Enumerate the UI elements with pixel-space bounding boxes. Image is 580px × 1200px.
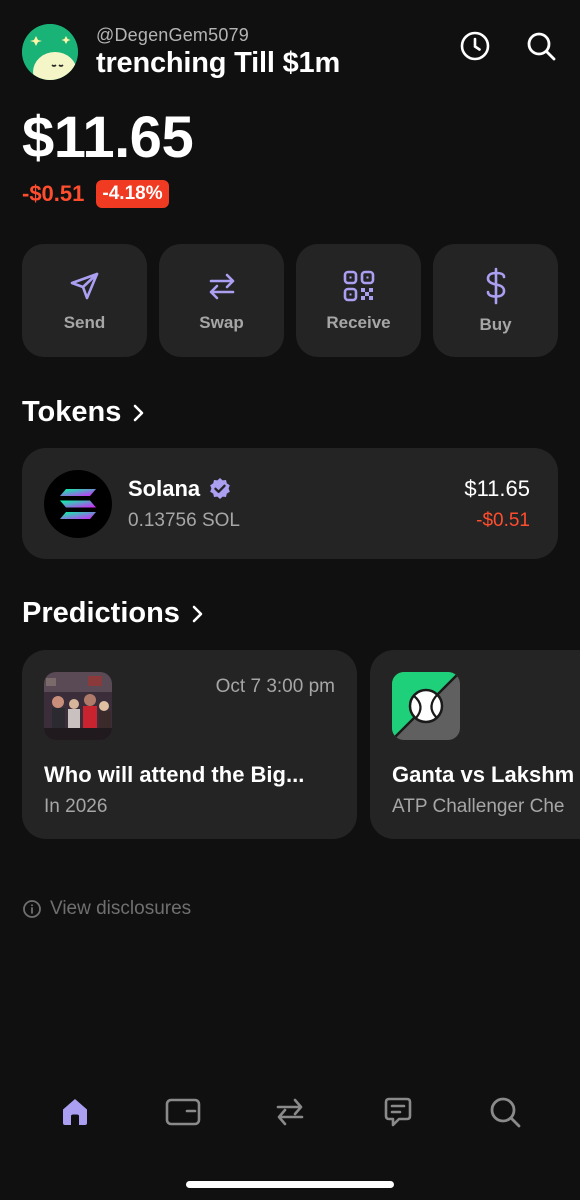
change-amount: -$0.51 [22,181,85,206]
quick-actions: Send Swap Receive Buy [22,244,558,357]
bottom-tab-bar [22,1090,558,1134]
swap-arrows-icon [276,1098,304,1126]
token-values: $11.65 -$0.51 [464,476,530,532]
prediction-card[interactable]: Ganta vs Lakshm ATP Challenger Che [370,650,580,839]
search-icon [490,1097,521,1128]
receive-label: Receive [326,312,391,332]
swap-button[interactable]: Swap [159,244,284,357]
solana-icon [44,469,112,538]
send-icon [70,272,98,299]
tab-messages[interactable] [367,1090,429,1134]
event-photo-thumbnail [44,672,112,740]
search-icon[interactable] [524,29,558,63]
tab-search[interactable] [474,1090,536,1134]
predictions-section-header[interactable]: Predictions [22,597,204,630]
tokens-title: Tokens [22,396,122,428]
prediction-subtitle: ATP Challenger Che [392,796,565,817]
home-indicator[interactable] [186,1181,394,1188]
buy-label: Buy [479,314,512,334]
tab-home[interactable] [44,1090,106,1134]
send-label: Send [63,312,106,332]
disclosure-label: View disclosures [50,898,192,919]
receive-button[interactable]: Receive [296,244,421,357]
token-change: -$0.51 [476,509,530,531]
token-value: $11.65 [464,475,530,501]
account-info[interactable]: @DegenGem5079 trenching Till $1m [96,25,340,80]
prediction-title: Ganta vs Lakshm [392,762,575,787]
prediction-date: Oct 7 3:00 pm [215,676,335,697]
predictions-carousel[interactable]: Oct 7 3:00 pm Who will attend the Big...… [22,650,580,840]
chevron-right-icon [134,404,144,421]
tab-swap[interactable] [259,1090,321,1134]
home-icon [63,1099,87,1125]
buy-button[interactable]: Buy [433,244,558,357]
swap-label: Swap [199,312,244,332]
header: @DegenGem5079 trenching Till $1m [22,22,558,82]
swap-icon [209,273,234,299]
change-percent-badge: -4.18% [96,180,169,208]
token-row-solana[interactable]: Solana 0.13756 SOL $11.65 -$0.51 [22,448,558,559]
account-name: trenching Till $1m [96,46,341,79]
portfolio-change: -$0.51 -4.18% [22,180,169,208]
prediction-title: Who will attend the Big... [44,762,305,787]
predictions-title: Predictions [22,597,180,629]
header-actions [458,29,558,63]
prediction-card[interactable]: Oct 7 3:00 pm Who will attend the Big...… [22,650,357,839]
tab-wallet[interactable] [152,1090,214,1134]
chevron-right-icon [192,605,203,622]
token-amount: 0.13756 SOL [128,509,240,531]
history-icon[interactable] [458,29,492,63]
view-disclosures-link[interactable]: View disclosures [22,898,191,920]
qr-code-icon [343,270,374,301]
account-handle: @DegenGem5079 [96,24,249,45]
chat-icon [384,1097,411,1127]
tokens-section-header[interactable]: Tokens [22,396,145,429]
info-icon [23,900,41,918]
send-button[interactable]: Send [22,244,147,357]
avatar[interactable] [22,24,78,80]
portfolio-balance: $11.65 [22,105,194,170]
token-name: Solana [128,475,201,501]
prediction-subtitle: In 2026 [44,796,108,817]
token-info: Solana 0.13756 SOL [128,476,240,532]
wallet-icon [165,1098,200,1126]
verified-badge-icon [210,477,230,499]
dollar-icon [486,267,505,304]
tennis-ball-icon [392,672,460,740]
